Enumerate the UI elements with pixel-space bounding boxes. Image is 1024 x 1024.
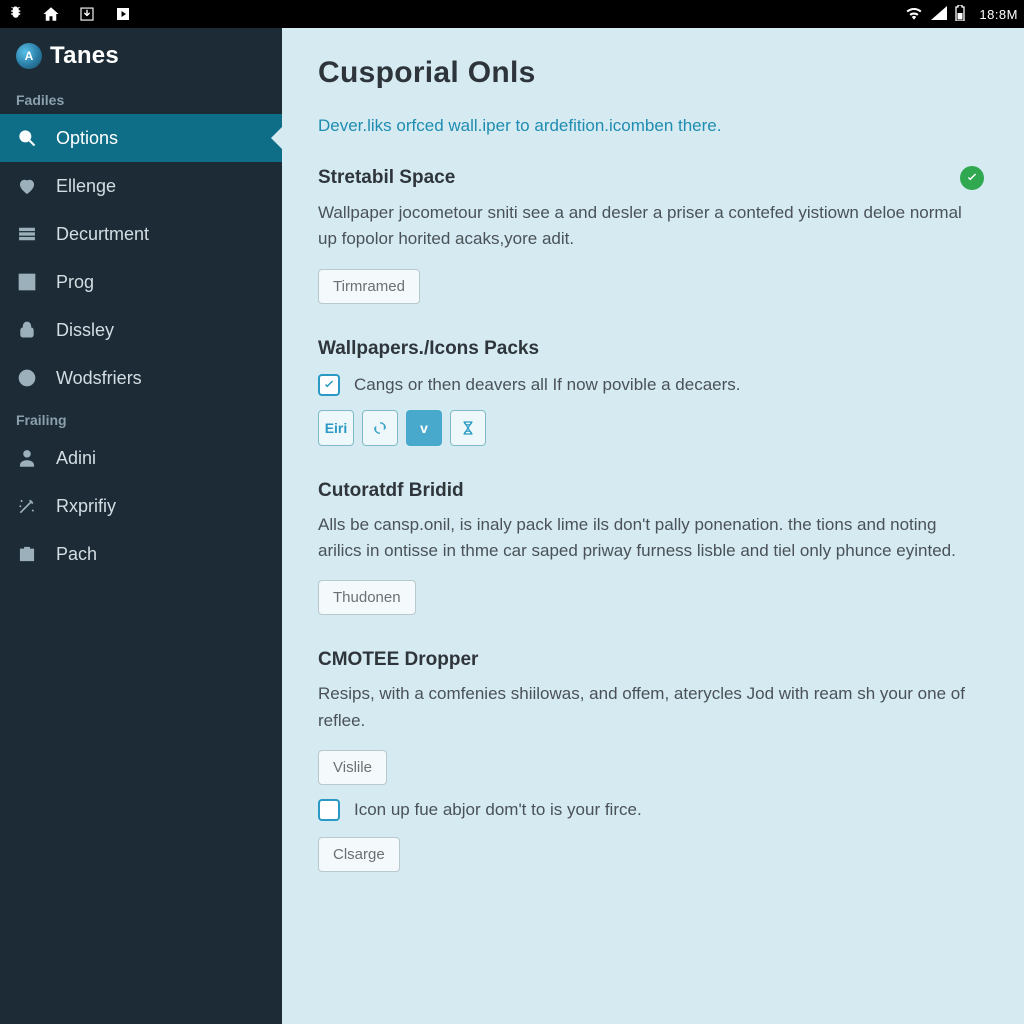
brand: Tanes (0, 28, 282, 82)
section-heading: Wallpapers./Icons Packs (318, 338, 984, 360)
signal-icon (931, 6, 947, 23)
battery-icon (955, 5, 965, 24)
deavers-checkbox[interactable] (318, 374, 340, 396)
sidebar-item-label: Options (56, 128, 118, 149)
tirmramed-button[interactable]: Tirmramed (318, 269, 420, 304)
brand-name: Tanes (50, 42, 119, 70)
section-wallpapers-icons: Wallpapers./Icons Packs Cangs or then de… (318, 338, 984, 446)
pack-chip-hourglass[interactable] (450, 410, 486, 446)
sidebar-item-label: Wodsfriers (56, 368, 142, 389)
square-circle-icon (16, 271, 38, 293)
deavers-checkbox-label: Cangs or then deavers all If now povible… (354, 375, 741, 395)
sidebar-item-label: Pach (56, 544, 97, 565)
sidebar-item-label: Prog (56, 272, 94, 293)
sidebar-item-prog[interactable]: Prog (0, 258, 282, 306)
thudonen-button[interactable]: Thudonen (318, 580, 416, 615)
status-play-icon (114, 5, 132, 23)
content-area: Cusporial Onls Dever.liks orfced wall.ip… (282, 28, 1024, 1024)
person-icon (16, 447, 38, 469)
sidebar-item-label: Rxprifiy (56, 496, 116, 517)
android-status-bar: 18:8M (0, 0, 1024, 28)
section-cmotee-dropper: CMOTEE Dropper Resips, with a comfenies … (318, 649, 984, 872)
wifi-icon (905, 6, 923, 23)
heart-icon (16, 175, 38, 197)
icon-pack-chips: Eiri v (318, 410, 984, 446)
section-heading: Stretabil Space (318, 167, 455, 189)
pack-chip-v[interactable]: v (406, 410, 442, 446)
section-heading: Cutoratdf Bridid (318, 480, 984, 502)
wand-icon (16, 495, 38, 517)
check-badge-icon (960, 166, 984, 190)
sidebar-group-2-header: Frailing (0, 402, 282, 434)
lock-icon (16, 319, 38, 341)
clock-icon (16, 367, 38, 389)
page-intro-link[interactable]: Dever.liks orfced wall.iper to ardefitio… (318, 116, 984, 136)
status-home-icon (42, 5, 60, 23)
sidebar-item-ellenge[interactable]: Ellenge (0, 162, 282, 210)
search-icon (16, 127, 38, 149)
page-title: Cusporial Onls (318, 56, 984, 90)
section-body: Resips, with a comfenies shiilowas, and … (318, 681, 978, 734)
sidebar-item-wodsfriers[interactable]: Wodsfriers (0, 354, 282, 402)
sidebar-item-options[interactable]: Options (0, 114, 282, 162)
briefcase-icon (16, 543, 38, 565)
sidebar-item-dissley[interactable]: Dissley (0, 306, 282, 354)
pack-chip-refresh[interactable] (362, 410, 398, 446)
section-cutoratdf-bridid: Cutoratdf Bridid Alls be cansp.onil, is … (318, 480, 984, 616)
sidebar-item-label: Decurtment (56, 224, 149, 245)
status-download-icon (78, 5, 96, 23)
sidebar-item-rxprifiy[interactable]: Rxprifiy (0, 482, 282, 530)
sidebar-item-label: Ellenge (56, 176, 116, 197)
sidebar-item-label: Dissley (56, 320, 114, 341)
vislile-button[interactable]: Vislile (318, 750, 387, 785)
icon-up-checkbox[interactable] (318, 799, 340, 821)
sidebar: Tanes Fadiles Options Ellenge Decurtment (0, 28, 282, 1024)
sidebar-item-pach[interactable]: Pach (0, 530, 282, 578)
sidebar-item-adini[interactable]: Adini (0, 434, 282, 482)
sidebar-group-1-header: Fadiles (0, 82, 282, 114)
app-root: Tanes Fadiles Options Ellenge Decurtment (0, 28, 1024, 1024)
list-icon (16, 223, 38, 245)
brand-logo-icon (16, 43, 42, 69)
section-body: Alls be cansp.onil, is inaly pack lime i… (318, 512, 978, 565)
section-heading: CMOTEE Dropper (318, 649, 984, 671)
sidebar-item-label: Adini (56, 448, 96, 469)
status-bug-icon (6, 5, 24, 23)
section-body: Wallpaper jocometour sniti see a and des… (318, 200, 978, 253)
clsarge-button[interactable]: Clsarge (318, 837, 400, 872)
status-clock: 18:8M (979, 7, 1018, 22)
pack-chip-eiri[interactable]: Eiri (318, 410, 354, 446)
sidebar-item-decurtment[interactable]: Decurtment (0, 210, 282, 258)
icon-up-checkbox-label: Icon up fue abjor dom't to is your firce… (354, 800, 642, 820)
section-stretabil-space: Stretabil Space Wallpaper jocometour sni… (318, 166, 984, 304)
